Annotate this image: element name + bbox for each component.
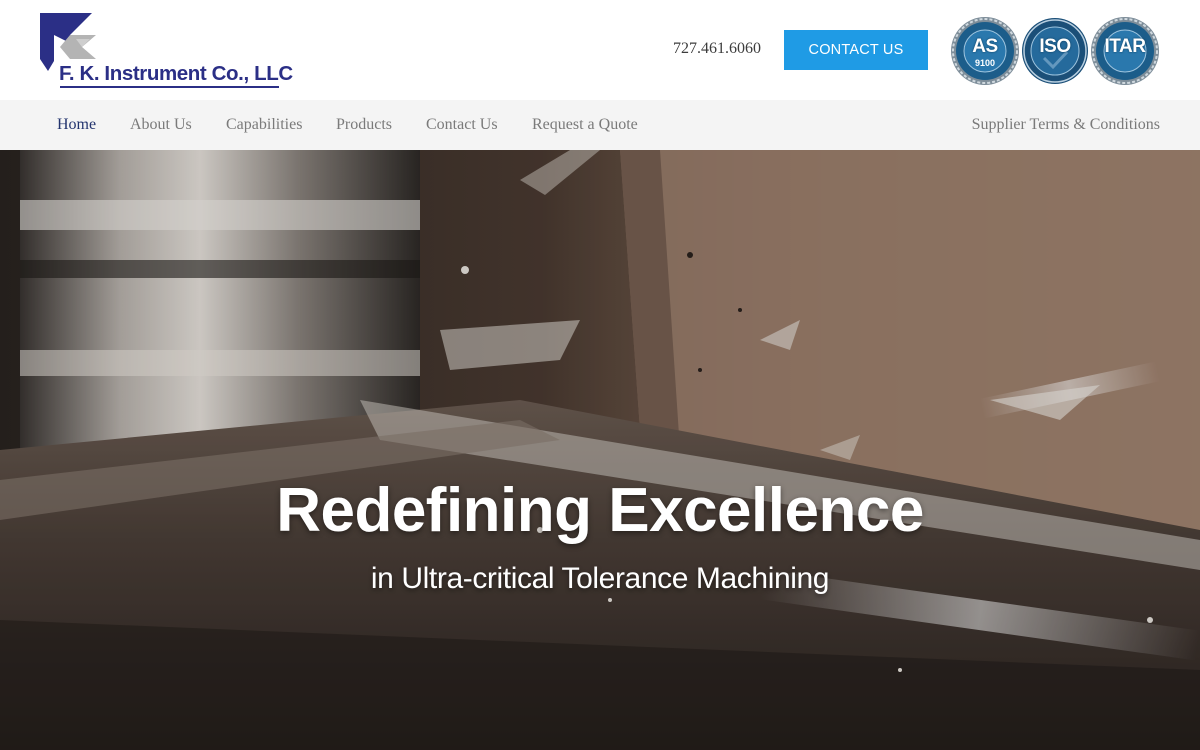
- nav-capabilities[interactable]: Capabilities: [226, 100, 302, 150]
- cnc-machining-photo: [0, 150, 1200, 750]
- badge-as-sub: 9100: [974, 58, 996, 68]
- main-navigation: Home About Us Capabilities Products Cont…: [0, 100, 1200, 150]
- as9100-seal-icon: AS 9100: [950, 16, 1020, 86]
- nav-supplier-terms[interactable]: Supplier Terms & Conditions: [972, 100, 1160, 150]
- nav-request-quote[interactable]: Request a Quote: [532, 100, 638, 150]
- badge-itar-label: ITAR: [1104, 36, 1146, 57]
- nav-home[interactable]: Home: [57, 100, 96, 150]
- badge-as-label: AS: [972, 36, 998, 57]
- hero-banner: Redefining Excellence in Ultra-critical …: [0, 150, 1200, 750]
- company-name: F. K. Instrument Co., LLC: [59, 62, 293, 85]
- hero-title: Redefining Excellence: [276, 476, 924, 545]
- nav-contact-us[interactable]: Contact Us: [426, 100, 498, 150]
- phone-number[interactable]: 727.461.6060: [673, 40, 761, 58]
- contact-us-button[interactable]: CONTACT US: [784, 30, 928, 70]
- badge-iso-label: ISO: [1039, 36, 1071, 57]
- logo-underline: [60, 86, 279, 88]
- iso-seal-icon: ISO: [1020, 16, 1090, 86]
- nav-about-us[interactable]: About Us: [130, 100, 192, 150]
- site-header: F. K. Instrument Co., LLC 727.461.6060 C…: [0, 0, 1200, 100]
- nav-products[interactable]: Products: [336, 100, 392, 150]
- hero-subtitle: in Ultra-critical Tolerance Machining: [370, 562, 830, 595]
- itar-seal-icon: ITAR: [1090, 16, 1160, 86]
- company-logo[interactable]: F. K. Instrument Co., LLC: [40, 13, 293, 91]
